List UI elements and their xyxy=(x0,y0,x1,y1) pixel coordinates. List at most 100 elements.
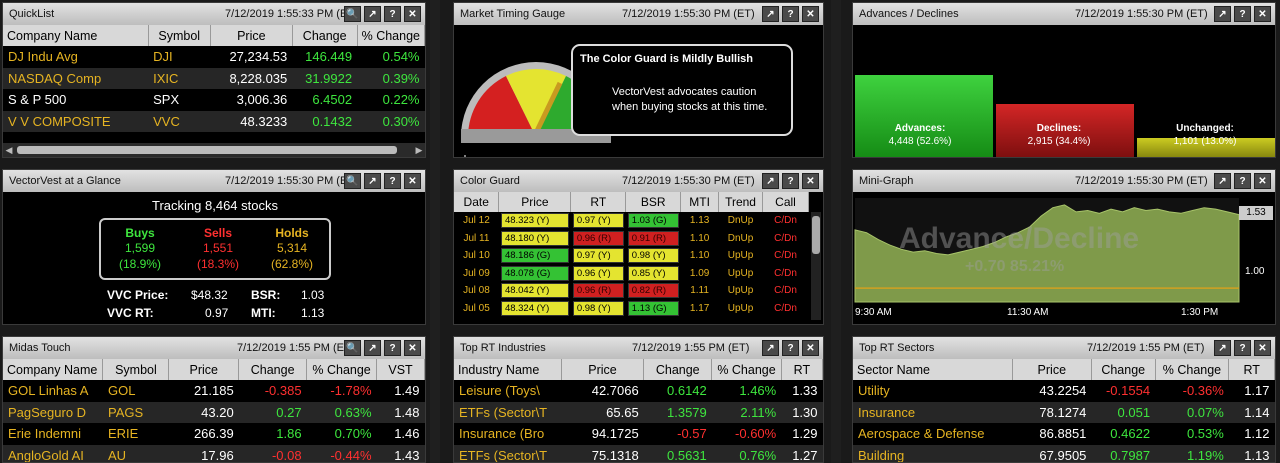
table-row[interactable]: Insurance 78.1274 0.051 0.07% 1.14 xyxy=(853,401,1275,423)
panel-header[interactable]: VectorVest at a Glance 7/12/2019 1:55:30… xyxy=(3,170,425,192)
close-button[interactable]: ✕ xyxy=(802,6,819,22)
column-header[interactable]: RT xyxy=(1228,359,1275,380)
column-header[interactable]: RT xyxy=(570,192,627,212)
search-icon[interactable]: 🔍 xyxy=(344,173,361,189)
column-divider-right[interactable] xyxy=(831,0,841,463)
column-header[interactable]: Price xyxy=(210,25,293,46)
table-row[interactable]: Aerospace & Defense 86.8851 0.4622 0.53% 1.1… xyxy=(853,423,1275,445)
export-icon[interactable]: ↗ xyxy=(364,340,381,356)
help-button[interactable]: ? xyxy=(782,173,799,189)
table-row[interactable]: Jul 10 48.186 (G) 0.97 (Y) 0.98 (Y) 1.10 UpUp… xyxy=(454,247,809,265)
bsr-cell-wrap: 1.13 (G) xyxy=(626,300,681,318)
column-header[interactable]: Change xyxy=(1091,359,1156,380)
table-row[interactable]: AngloGold AI AU 17.96 -0.08 -0.44% 1.43 xyxy=(3,444,425,462)
export-icon[interactable]: ↗ xyxy=(1214,173,1231,189)
table-row[interactable]: V V COMPOSITE VVC 48.3233 0.1432 0.30% xyxy=(3,110,425,132)
panel-header[interactable]: QuickList 7/12/2019 1:55:33 PM (ET) 🔍 ↗ … xyxy=(3,3,425,25)
panel-header[interactable]: Top RT Sectors 7/12/2019 1:55 PM (ET) ↗ … xyxy=(853,337,1275,359)
table-row[interactable]: Building 67.9505 0.7987 1.19% 1.13 xyxy=(853,444,1275,462)
column-header[interactable]: Company Name xyxy=(3,359,104,380)
column-header[interactable]: % Change xyxy=(711,359,782,380)
mini-graph-chart[interactable] xyxy=(853,192,1276,325)
search-icon[interactable]: 🔍 xyxy=(344,340,361,356)
table-row[interactable]: Leisure (Toys\ 42.7066 0.6142 1.46% 1.33 xyxy=(454,380,823,402)
help-button[interactable]: ? xyxy=(782,340,799,356)
export-icon[interactable]: ↗ xyxy=(762,6,779,22)
table-row[interactable]: Jul 09 48.078 (G) 0.96 (Y) 0.85 (Y) 1.09 UpUp… xyxy=(454,265,809,283)
help-button[interactable]: ? xyxy=(782,6,799,22)
column-header[interactable]: BSR xyxy=(625,192,682,212)
column-header[interactable]: Change xyxy=(292,25,358,46)
horizontal-scrollbar[interactable]: ◀ ▶ xyxy=(3,143,425,157)
table-row[interactable]: DJ Indu Avg DJI 27,234.53 146.449 0.54% xyxy=(3,46,425,68)
search-icon[interactable]: 🔍 xyxy=(344,6,361,22)
panel-header[interactable]: Color Guard 7/12/2019 1:55:30 PM (ET) ↗ … xyxy=(454,170,823,192)
help-button[interactable]: ? xyxy=(1234,173,1251,189)
scroll-right-icon[interactable]: ▶ xyxy=(413,143,425,157)
column-header[interactable]: Price xyxy=(168,359,240,380)
column-header[interactable]: Sector Name xyxy=(853,359,1013,380)
help-button[interactable]: ? xyxy=(1234,6,1251,22)
table-row[interactable]: Jul 11 48.180 (Y) 0.96 (R) 0.91 (R) 1.10 DnUp… xyxy=(454,230,809,248)
scroll-left-icon[interactable]: ◀ xyxy=(3,143,15,157)
export-icon[interactable]: ↗ xyxy=(364,173,381,189)
column-header[interactable]: VST xyxy=(376,359,425,380)
column-header[interactable]: Price xyxy=(1012,359,1092,380)
table-row[interactable]: Jul 12 48.323 (Y) 0.97 (Y) 1.03 (G) 1.13 DnUp… xyxy=(454,212,809,230)
column-header[interactable]: % Change xyxy=(357,25,425,46)
panel-header[interactable]: Mini-Graph 7/12/2019 1:55:30 PM (ET) ↗ ?… xyxy=(853,170,1275,192)
table-row[interactable]: PagSeguro D PAGS 43.20 0.27 0.63% 1.48 xyxy=(3,401,425,423)
column-header[interactable]: Change xyxy=(238,359,308,380)
help-button[interactable]: ? xyxy=(384,340,401,356)
close-button[interactable]: ✕ xyxy=(1254,340,1271,356)
date-cell: Jul 09 xyxy=(463,267,490,279)
table-row[interactable]: Utility 43.2254 -0.1554 -0.36% 1.17 xyxy=(853,380,1275,402)
vertical-scrollbar[interactable] xyxy=(811,212,821,320)
table-row[interactable]: Erie Indemni ERIE 266.39 1.86 0.70% 1.46 xyxy=(3,423,425,445)
scroll-thumb[interactable] xyxy=(812,216,820,254)
export-icon[interactable]: ↗ xyxy=(1214,6,1231,22)
column-header[interactable]: Price xyxy=(498,192,572,212)
table-row[interactable]: ETFs (Sector\T 65.65 1.3579 2.11% 1.30 xyxy=(454,401,823,423)
column-header[interactable]: Company Name xyxy=(3,25,149,46)
column-header[interactable]: % Change xyxy=(306,359,378,380)
column-header[interactable]: Date xyxy=(454,192,500,212)
table-row[interactable]: Jul 08 48.042 (Y) 0.96 (R) 0.82 (R) 1.11 UpUp… xyxy=(454,282,809,300)
close-button[interactable]: ✕ xyxy=(1254,173,1271,189)
close-button[interactable]: ✕ xyxy=(404,6,421,22)
column-header[interactable]: Industry Name xyxy=(454,359,562,380)
column-header[interactable]: Trend xyxy=(718,192,764,212)
table-row[interactable]: Jul 05 48.324 (Y) 0.98 (Y) 1.13 (G) 1.17 UpUp… xyxy=(454,300,809,318)
panel-header[interactable]: Top RT Industries 7/12/2019 1:55 PM (ET)… xyxy=(454,337,823,359)
column-header[interactable]: Change xyxy=(643,359,713,380)
export-icon[interactable]: ↗ xyxy=(1214,340,1231,356)
column-header[interactable]: RT xyxy=(781,359,823,380)
panel-header[interactable]: Market Timing Gauge 7/12/2019 1:55:30 PM… xyxy=(454,3,823,25)
column-header[interactable]: % Change xyxy=(1155,359,1230,380)
help-button[interactable]: ? xyxy=(384,173,401,189)
help-button[interactable]: ? xyxy=(1234,340,1251,356)
export-icon[interactable]: ↗ xyxy=(762,173,779,189)
column-header[interactable]: Symbol xyxy=(148,25,211,46)
export-icon[interactable]: ↗ xyxy=(762,340,779,356)
table-row[interactable]: NASDAQ Comp IXIC 8,228.035 31.9922 0.39% xyxy=(3,67,425,89)
table-row[interactable]: ETFs (Sector\T 75.1318 0.5631 0.76% 1.27 xyxy=(454,444,823,462)
column-header[interactable]: MTI xyxy=(680,192,720,212)
table-row[interactable]: S & P 500 SPX 3,006.36 6.4502 0.22% xyxy=(3,89,425,111)
help-button[interactable]: ? xyxy=(384,6,401,22)
column-header[interactable]: Price xyxy=(561,359,645,380)
close-button[interactable]: ✕ xyxy=(802,173,819,189)
table-row[interactable]: Insurance (Bro 94.1725 -0.57 -0.60% 1.29 xyxy=(454,423,823,445)
export-icon[interactable]: ↗ xyxy=(364,6,381,22)
column-header[interactable]: Symbol xyxy=(102,359,170,380)
column-divider-left[interactable] xyxy=(430,0,440,463)
close-button[interactable]: ✕ xyxy=(404,340,421,356)
table-row[interactable]: GOL Linhas A GOL 21.185 -0.385 -1.78% 1.49 xyxy=(3,380,425,402)
panel-header[interactable]: Midas Touch 7/12/2019 1:55 PM (ET) 🔍 ↗ ?… xyxy=(3,337,425,359)
close-button[interactable]: ✕ xyxy=(1254,6,1271,22)
close-button[interactable]: ✕ xyxy=(802,340,819,356)
column-header[interactable]: Call xyxy=(762,192,809,212)
scroll-thumb[interactable] xyxy=(17,146,397,154)
panel-header[interactable]: Advances / Declines 7/12/2019 1:55:30 PM… xyxy=(853,3,1275,25)
close-button[interactable]: ✕ xyxy=(404,173,421,189)
